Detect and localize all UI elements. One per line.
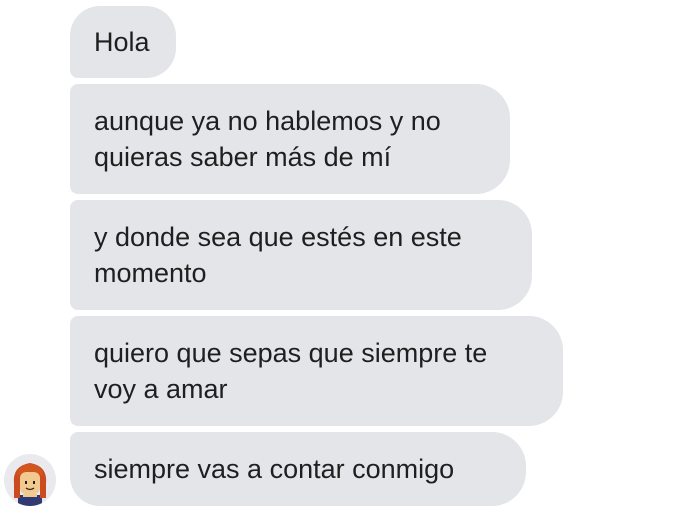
message-text: Hola [94,27,150,57]
message-text: y donde sea que estés en este momento [94,222,462,288]
sender-avatar[interactable] [4,454,56,506]
message-bubble[interactable]: quiero que sepas que siempre te voy a am… [70,316,563,426]
message-text: quiero que sepas que siempre te voy a am… [94,338,488,404]
message-bubble[interactable]: siempre vas a contar conmigo [70,432,526,506]
message-text: siempre vas a contar conmigo [94,454,455,484]
message-bubble[interactable]: aunque ya no hablemos y no quieras saber… [70,84,510,194]
message-text: aunque ya no hablemos y no quieras saber… [94,106,441,172]
message-bubble[interactable]: Hola [70,6,176,78]
message-bubble[interactable]: y donde sea que estés en este momento [70,200,532,310]
roblox-avatar-icon [13,463,47,506]
